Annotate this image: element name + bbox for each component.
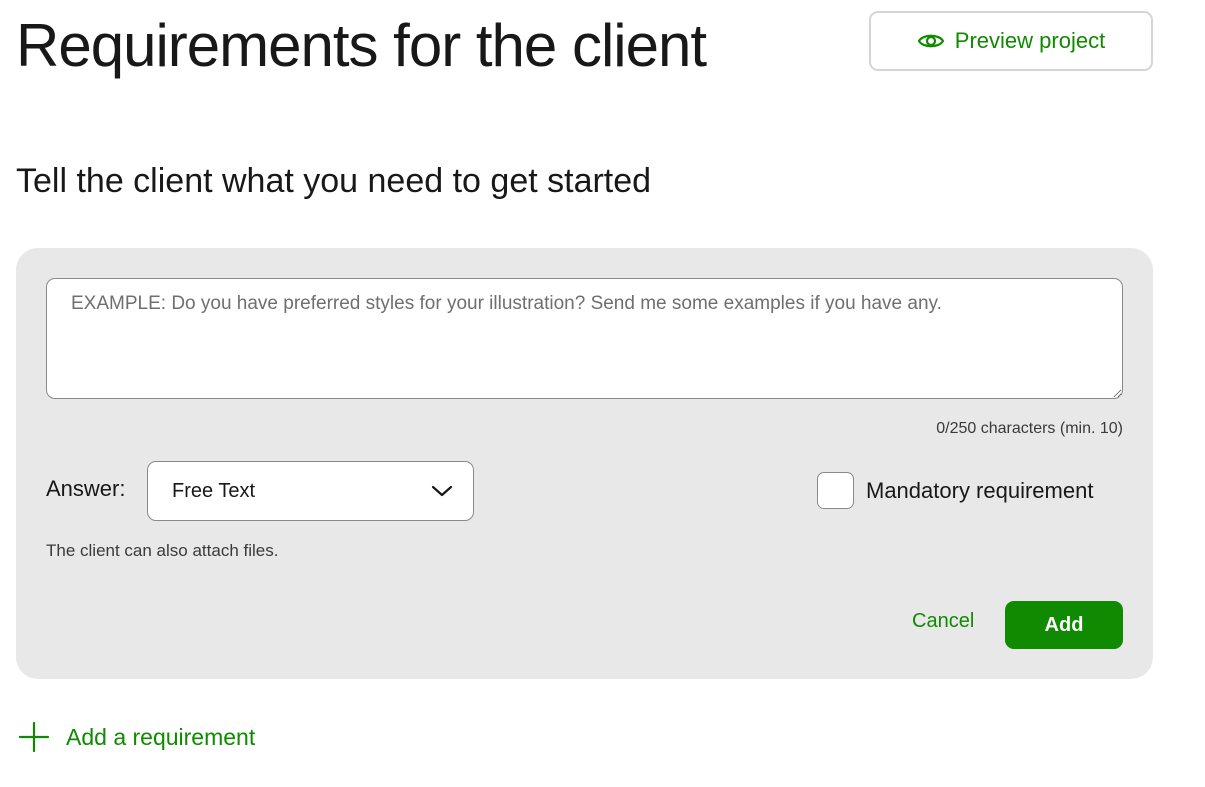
answer-type-value: Free Text	[172, 479, 255, 502]
mandatory-label: Mandatory requirement	[866, 477, 1094, 503]
add-requirement-link[interactable]: Add a requirement	[18, 721, 255, 753]
preview-project-button[interactable]: Preview project	[869, 11, 1153, 71]
eye-icon	[917, 31, 945, 51]
mandatory-requirement-toggle[interactable]: Mandatory requirement	[817, 472, 1093, 509]
add-button[interactable]: Add	[1005, 601, 1123, 649]
chevron-down-icon	[431, 480, 453, 503]
cancel-button[interactable]: Cancel	[912, 610, 974, 633]
answer-label: Answer:	[46, 476, 126, 501]
add-requirement-label: Add a requirement	[66, 723, 256, 750]
attach-files-note: The client can also attach files.	[46, 541, 279, 560]
section-title: Tell the client what you need to get sta…	[16, 162, 652, 200]
mandatory-checkbox[interactable]	[817, 472, 854, 509]
answer-type-dropdown[interactable]: Free Text	[147, 461, 474, 521]
requirement-textarea[interactable]	[46, 278, 1123, 399]
preview-project-label: Preview project	[954, 28, 1106, 53]
character-counter: 0/250 characters (min. 10)	[936, 420, 1123, 437]
requirements-page: Requirements for the client Preview proj…	[0, 0, 1205, 787]
requirement-form-card: 0/250 characters (min. 10) Answer: Free …	[16, 248, 1153, 679]
plus-icon	[18, 721, 50, 753]
page-title: Requirements for the client	[16, 12, 707, 79]
